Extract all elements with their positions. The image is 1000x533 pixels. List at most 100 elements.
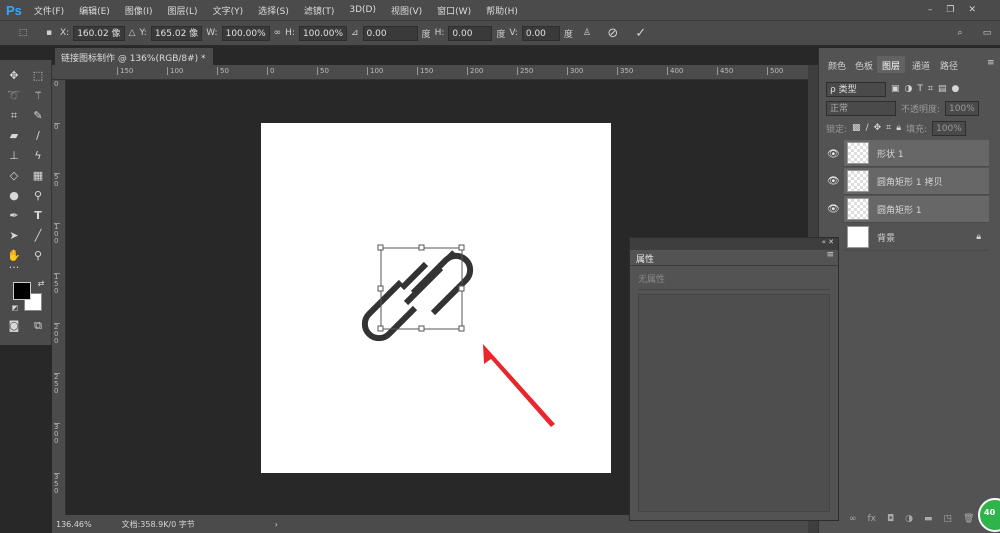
fx-icon[interactable]: fx xyxy=(868,514,877,524)
x-field[interactable]: 160.02 像 xyxy=(73,25,125,41)
crop-tool-icon[interactable]: ⌗ xyxy=(6,108,22,124)
delta-icon[interactable]: △ xyxy=(129,28,136,38)
menu-help[interactable]: 帮助(H) xyxy=(486,4,518,17)
default-colors-icon[interactable]: ◩ xyxy=(7,300,23,316)
properties-content xyxy=(638,294,830,512)
y-field[interactable]: 165.02 像 xyxy=(150,25,203,41)
history-brush-icon[interactable]: ϟ xyxy=(30,148,46,164)
workspace-icon[interactable]: ▭ xyxy=(974,28,1000,38)
filter-pixel-icon[interactable]: ▣ xyxy=(891,84,900,94)
tab-channels[interactable]: 通道 xyxy=(907,56,935,73)
zoom-level[interactable]: 136.46% xyxy=(56,520,92,529)
properties-menu-icon[interactable]: ≡ xyxy=(826,250,838,265)
degree-label: 度 xyxy=(563,29,573,40)
new-group-icon[interactable]: ▬ xyxy=(924,514,933,524)
tab-paths[interactable]: 路径 xyxy=(935,56,963,73)
filter-smart-icon[interactable]: ▤ xyxy=(938,84,947,94)
warp-icon[interactable]: ♙ xyxy=(577,28,597,38)
dodge-tool-icon[interactable]: ⚲ xyxy=(30,188,46,204)
menu-type[interactable]: 文字(Y) xyxy=(213,4,244,17)
menu-window[interactable]: 窗口(W) xyxy=(437,4,471,17)
filter-toggle-icon[interactable]: ● xyxy=(951,84,959,94)
fill-label: 填充: xyxy=(906,124,928,135)
link-layers-icon[interactable]: ∞ xyxy=(849,514,857,524)
eraser-tool-icon[interactable]: ◇ xyxy=(6,168,22,184)
layer-filter-select[interactable]: ρ 类型 xyxy=(826,81,886,97)
lasso-tool-icon[interactable]: ➰ xyxy=(6,88,22,104)
menu-file[interactable]: 文件(F) xyxy=(34,4,64,17)
commit-transform-icon[interactable]: ✓ xyxy=(629,26,653,41)
search-icon[interactable]: ⌕ xyxy=(950,28,970,38)
move-tool-icon[interactable]: ✥ xyxy=(6,68,22,84)
healing-brush-icon[interactable]: ▰ xyxy=(6,128,22,144)
line-tool-icon[interactable]: ╱ xyxy=(30,228,46,244)
type-tool-icon[interactable]: T xyxy=(30,208,46,224)
window-controls[interactable]: –❐✕ xyxy=(928,5,990,15)
filter-adjust-icon[interactable]: ◑ xyxy=(905,84,913,94)
fill-field[interactable]: 100% xyxy=(932,120,966,136)
tab-color[interactable]: 颜色 xyxy=(823,56,851,73)
menu-edit[interactable]: 编辑(E) xyxy=(79,4,110,17)
stamp-tool-icon[interactable]: ⊥ xyxy=(6,148,22,164)
path-select-icon[interactable]: ➤ xyxy=(6,228,22,244)
lock-position-icon[interactable]: ✥ xyxy=(874,123,882,133)
delete-layer-icon[interactable]: 🗑︎ xyxy=(963,514,974,524)
angle-field[interactable]: 0.00 xyxy=(362,25,418,41)
more-tools-icon[interactable]: ··· xyxy=(6,260,22,276)
new-layer-icon[interactable]: ◳ xyxy=(944,514,953,524)
document-tab[interactable]: 链接图标制作 @ 136%(RGB/8#) * × xyxy=(55,48,213,74)
lock-all-icon[interactable]: 🔒︎ xyxy=(896,123,901,133)
blend-mode-select[interactable]: 正常 xyxy=(826,100,896,116)
filter-shape-icon[interactable]: ⌗ xyxy=(928,84,933,94)
visibility-eye-icon[interactable]: 👁︎ xyxy=(827,204,840,215)
cancel-transform-icon[interactable]: ⊘ xyxy=(601,26,625,41)
quick-mask-icon[interactable]: ◙ xyxy=(6,318,22,334)
menu-filter[interactable]: 滤镜(T) xyxy=(304,4,335,17)
swap-colors-icon[interactable]: ⇄ xyxy=(33,276,49,292)
status-menu-arrow[interactable]: › xyxy=(275,520,278,529)
menu-3d[interactable]: 3D(D) xyxy=(349,5,376,15)
foreground-color-swatch[interactable] xyxy=(13,282,31,300)
tab-layers[interactable]: 图层 xyxy=(877,56,906,73)
eyedropper-icon[interactable]: ✎ xyxy=(30,108,46,124)
layer-row[interactable]: 圆角矩形 1 拷贝 xyxy=(844,168,989,195)
brush-tool-icon[interactable]: / xyxy=(30,128,46,144)
link-icon[interactable]: ∞ xyxy=(274,28,282,38)
width-field[interactable]: 100.00% xyxy=(221,25,270,41)
lock-paint-icon[interactable]: / xyxy=(866,123,869,133)
marquee-tool-icon[interactable]: ⬚ xyxy=(30,68,46,84)
tab-swatches[interactable]: 色板 xyxy=(850,56,878,73)
photoshop-logo: Ps xyxy=(6,2,22,18)
zoom-tool-icon[interactable]: ⚲ xyxy=(30,248,46,264)
gradient-tool-icon[interactable]: ▦ xyxy=(30,168,46,184)
filter-type-icon[interactable]: T xyxy=(917,84,923,94)
opacity-field[interactable]: 100% xyxy=(945,100,979,116)
layer-row[interactable]: 圆角矩形 1 xyxy=(844,196,989,223)
menu-select[interactable]: 选择(S) xyxy=(258,4,289,17)
visibility-eye-icon[interactable]: 👁︎ xyxy=(827,176,840,187)
panel-menu-icon[interactable]: ≡ xyxy=(987,58,995,68)
magic-wand-icon[interactable]: ⚚ xyxy=(30,88,46,104)
document-canvas[interactable] xyxy=(261,123,611,473)
ruler-label: 100 xyxy=(367,67,383,75)
reference-point-icon[interactable]: ▪ xyxy=(42,28,56,38)
vskew-field[interactable]: 0.00 xyxy=(521,25,560,41)
layer-row[interactable]: 形状 1 xyxy=(844,140,989,167)
menu-view[interactable]: 视图(V) xyxy=(391,4,422,17)
menu-layer[interactable]: 图层(L) xyxy=(168,4,198,17)
pen-tool-icon[interactable]: ✒ xyxy=(6,208,22,224)
transform-tool-icon[interactable]: ⬚ xyxy=(8,28,38,38)
properties-tab[interactable]: 属性 xyxy=(630,250,661,265)
add-mask-icon[interactable]: ◘ xyxy=(887,514,894,524)
lock-transparent-icon[interactable]: ▩ xyxy=(852,123,861,133)
hskew-field[interactable]: 0.00 xyxy=(448,25,493,41)
menu-image[interactable]: 图像(I) xyxy=(125,4,153,17)
visibility-eye-icon[interactable]: 👁︎ xyxy=(827,149,840,160)
blur-tool-icon[interactable]: ● xyxy=(6,188,22,204)
lock-artboard-icon[interactable]: ⌗ xyxy=(886,123,891,133)
height-field[interactable]: 100.00% xyxy=(298,25,347,41)
screen-mode-icon[interactable]: ⧉ xyxy=(30,318,46,334)
panel-header-bar[interactable]: « ✕ xyxy=(630,238,838,250)
adjustment-layer-icon[interactable]: ◑ xyxy=(905,514,913,524)
layer-row[interactable]: 背景 🔒︎ xyxy=(844,224,989,251)
